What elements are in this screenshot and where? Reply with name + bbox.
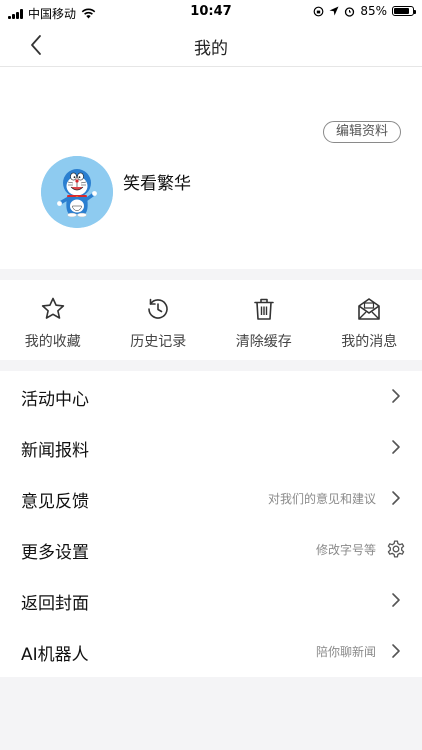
battery-icon xyxy=(392,6,416,16)
history-label: 历史记录 xyxy=(130,334,187,350)
menu-item-hint: 修改字号等 xyxy=(315,543,376,557)
menu-item-hint: 对我们的意见和建议 xyxy=(267,492,376,506)
menu-item-hint: 陪你聊新闻 xyxy=(315,645,376,659)
messages-label: 我的消息 xyxy=(341,334,398,350)
menu-item-back-to-cover[interactable]: 返回封面 xyxy=(0,575,422,626)
edit-profile-button[interactable]: 编辑资料 xyxy=(322,121,401,143)
star-icon xyxy=(41,297,64,319)
chevron-right-icon xyxy=(392,440,400,454)
gear-icon xyxy=(387,540,405,558)
menu-item-feedback[interactable]: 意见反馈 对我们的意见和建议 xyxy=(0,473,422,524)
history-icon xyxy=(148,298,168,319)
chevron-right-icon xyxy=(392,491,400,505)
chevron-right-icon xyxy=(392,644,400,658)
history-button[interactable]: 历史记录 xyxy=(106,280,212,360)
avatar[interactable] xyxy=(41,156,113,228)
clear-cache-label: 清除缓存 xyxy=(235,334,292,350)
clear-cache-button[interactable]: 清除缓存 xyxy=(211,280,317,360)
status-bar: 中国移动 10:47 85% xyxy=(0,0,422,24)
quick-actions: 我的收藏 历史记录 清除缓存 我的消息 xyxy=(0,280,422,360)
menu-item-news-tip[interactable]: 新闻报料 xyxy=(0,422,422,473)
favorites-button[interactable]: 我的收藏 xyxy=(0,280,106,360)
menu-item-ai-robot[interactable]: AI机器人 陪你聊新闻 xyxy=(0,626,422,677)
menu-item-label: 活动中心 xyxy=(21,390,89,410)
rotation-lock-icon xyxy=(313,6,324,16)
status-right: 85% xyxy=(313,4,416,18)
battery-percent: 85% xyxy=(360,4,387,18)
menu-list: 活动中心 新闻报料 意见反馈 对我们的意见和建议 更多设置 修改字号等 返回封面… xyxy=(0,371,422,677)
location-icon xyxy=(329,6,339,16)
mail-icon xyxy=(358,298,381,320)
menu-item-label: 意见反馈 xyxy=(21,492,89,512)
menu-item-label: 返回封面 xyxy=(21,594,89,614)
alarm-icon xyxy=(345,6,355,17)
doraemon-avatar-image xyxy=(41,156,113,228)
menu-item-label: AI机器人 xyxy=(21,645,89,665)
menu-item-activity-center[interactable]: 活动中心 xyxy=(0,371,422,422)
username: 笑看繁华 xyxy=(123,174,191,194)
profile-section: 编辑资料 笑看繁华 xyxy=(0,67,422,269)
chevron-left-icon xyxy=(31,35,41,55)
favorites-label: 我的收藏 xyxy=(24,334,81,350)
page-title: 我的 xyxy=(194,39,228,59)
menu-item-label: 更多设置 xyxy=(21,543,89,563)
trash-icon xyxy=(253,298,274,320)
chevron-right-icon xyxy=(392,593,400,607)
menu-item-label: 新闻报料 xyxy=(21,441,89,461)
messages-button[interactable]: 我的消息 xyxy=(317,280,422,360)
battery-level xyxy=(394,8,410,14)
menu-item-more-settings[interactable]: 更多设置 修改字号等 xyxy=(0,524,422,575)
chevron-right-icon xyxy=(392,389,400,403)
nav-bar: 我的 xyxy=(0,24,422,67)
back-button[interactable] xyxy=(22,32,50,58)
